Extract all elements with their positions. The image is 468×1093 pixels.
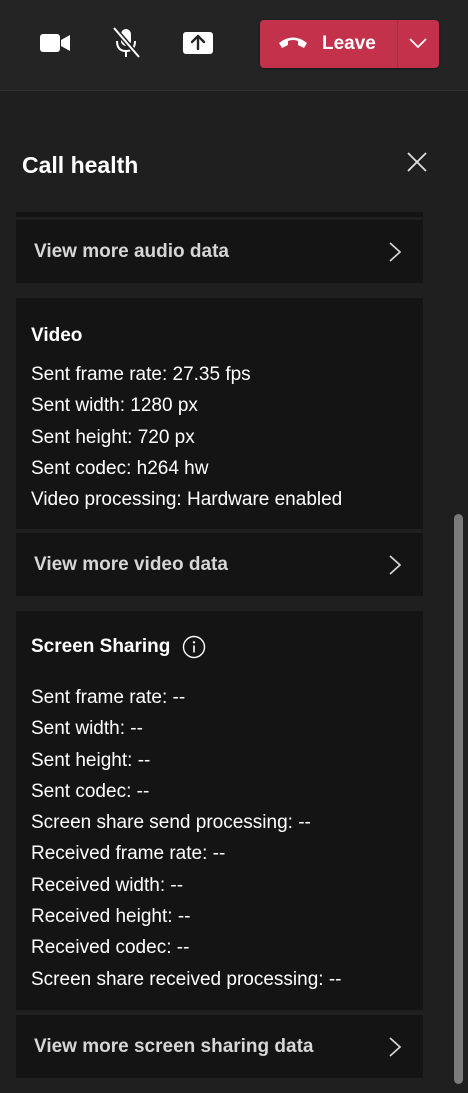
leave-button[interactable]: Leave bbox=[260, 20, 376, 68]
camera-button[interactable] bbox=[35, 26, 75, 64]
stat-line: Sent width: 1280 px bbox=[31, 395, 198, 417]
screen-sharing-title-row: Screen Sharing bbox=[31, 635, 206, 659]
chevron-down-icon bbox=[409, 35, 427, 53]
stat-line: Received frame rate: -- bbox=[31, 843, 226, 865]
microphone-muted-icon bbox=[110, 25, 142, 65]
page-title: Call health bbox=[22, 152, 139, 178]
view-more-video-button[interactable]: View more video data bbox=[16, 533, 423, 596]
chevron-right-icon bbox=[389, 555, 402, 580]
view-more-screen-sharing-button[interactable]: View more screen sharing data bbox=[16, 1015, 423, 1078]
video-stats: Sent frame rate: 27.35 fps Sent width: 12… bbox=[31, 359, 342, 515]
close-icon bbox=[406, 151, 428, 178]
view-more-audio-button[interactable]: View more audio data bbox=[16, 220, 423, 283]
video-card: Video Sent frame rate: 27.35 fps Sent wid… bbox=[16, 298, 423, 529]
chevron-right-icon bbox=[389, 1037, 402, 1062]
audio-card-bottom bbox=[16, 212, 423, 217]
screen-sharing-card: Screen Sharing Sent frame rate: -- Sent w… bbox=[16, 611, 423, 1010]
call-toolbar: Leave bbox=[0, 0, 468, 91]
view-more-video-label: View more video data bbox=[34, 553, 228, 575]
leave-options-dropdown[interactable] bbox=[397, 20, 439, 68]
video-card-title: Video bbox=[31, 325, 83, 346]
screen-sharing-card-title: Screen Sharing bbox=[31, 636, 171, 657]
share-screen-icon bbox=[182, 31, 214, 60]
stat-line: Sent codec: h264 hw bbox=[31, 457, 209, 479]
screen-sharing-stats: Sent frame rate: -- Sent width: -- Sent he… bbox=[31, 682, 341, 995]
call-health-scroll-area[interactable]: View more audio data Video Sent frame ra… bbox=[0, 212, 468, 1093]
stat-line: Screen share send processing: -- bbox=[31, 812, 311, 834]
stat-line: Received width: -- bbox=[31, 874, 184, 896]
stat-line: Sent frame rate: -- bbox=[31, 687, 186, 708]
chevron-right-icon bbox=[389, 242, 402, 267]
microphone-button[interactable] bbox=[106, 25, 146, 65]
stat-line: Sent frame rate: 27.35 fps bbox=[31, 364, 251, 385]
view-more-audio-label: View more audio data bbox=[34, 240, 229, 262]
stat-line: Screen share received processing: -- bbox=[31, 968, 342, 990]
leave-split-button: Leave bbox=[260, 20, 439, 68]
info-icon[interactable] bbox=[182, 635, 206, 659]
video-camera-icon bbox=[39, 32, 71, 59]
hang-up-phone-icon bbox=[277, 34, 309, 55]
leave-label: Leave bbox=[322, 33, 376, 54]
stat-line: Video processing: Hardware enabled bbox=[31, 489, 343, 511]
stat-line: Sent height: -- bbox=[31, 749, 151, 771]
close-panel-button[interactable] bbox=[404, 151, 430, 177]
stat-line: Received height: -- bbox=[31, 906, 191, 928]
view-more-screen-sharing-label: View more screen sharing data bbox=[34, 1035, 314, 1057]
scrollbar-thumb[interactable] bbox=[454, 514, 463, 1084]
stat-line: Received codec: -- bbox=[31, 937, 190, 959]
stat-line: Sent height: 720 px bbox=[31, 426, 195, 448]
share-screen-button[interactable] bbox=[178, 26, 218, 64]
stat-line: Sent codec: -- bbox=[31, 780, 150, 802]
stat-line: Sent width: -- bbox=[31, 718, 143, 740]
